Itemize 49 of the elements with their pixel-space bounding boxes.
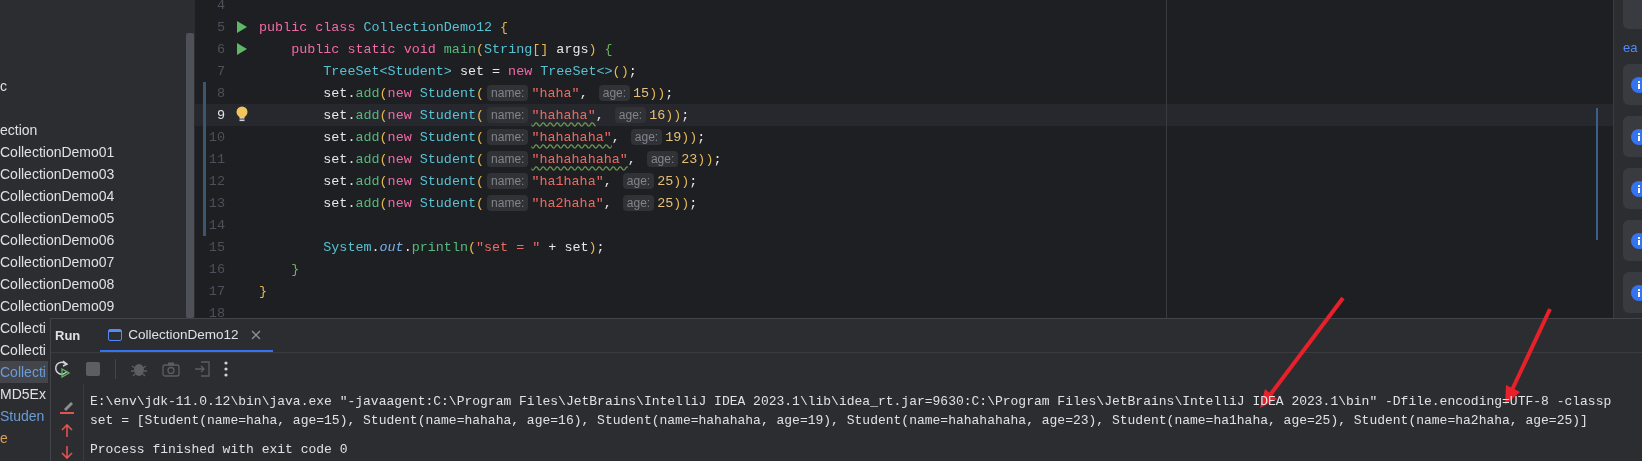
code-text: set.add(new Student( name: "haha", age: 15)); <box>322 85 674 101</box>
run-icon[interactable] <box>236 20 248 34</box>
code-text: } <box>290 261 300 277</box>
file-tree-item[interactable]: CollectionDemo07 <box>0 251 117 273</box>
code-text: public static void main(String[] args) { <box>290 41 613 57</box>
panel-title: Run <box>54 328 82 343</box>
code-text: System.out.println("set = " + set); <box>322 239 605 255</box>
scrollbar-thumb[interactable] <box>186 33 194 318</box>
console-line: set = [Student(name=haha, age=15), Student(name=hahaha, age=16), Student(name=hahahaha, age=19), Student(name=hahahahaha, age=23), Student(name=ha1haha, age=25), Student(name=ha2haha, age=25)] <box>90 412 1589 430</box>
file-tree-item[interactable]: CollectionDemo01 <box>0 141 117 163</box>
code-text: set.add(new Student( name: "ha1haha", age: 25)); <box>322 173 698 189</box>
console-icon <box>108 328 123 341</box>
arrow-down-icon[interactable] <box>61 446 73 460</box>
file-tree-item[interactable]: CollectionDemo06 <box>0 229 117 251</box>
file-tree-item[interactable]: e <box>0 427 10 449</box>
line-number: 9 <box>215 107 225 123</box>
code-text: set.add(new Student( name: "hahaha", age: 16)); <box>322 107 690 123</box>
file-tree-item[interactable]: ection <box>0 119 40 141</box>
info-icon <box>1631 284 1642 301</box>
file-tree-item[interactable]: CollectionDemo03 <box>0 163 117 185</box>
code-text: set.add(new Student( name: "hahahahaha", age: 23)); <box>322 151 722 167</box>
info-icon <box>1631 232 1642 249</box>
clear-icon[interactable] <box>60 400 74 414</box>
arrow-up-icon[interactable] <box>61 423 73 437</box>
info-icon <box>1631 128 1642 145</box>
file-tree-item[interactable]: MD5Ex <box>0 383 48 405</box>
more-icon[interactable] <box>224 360 228 377</box>
file-tree-item[interactable]: Studen <box>0 405 47 427</box>
run-tab[interactable]: CollectionDemo12 <box>100 319 273 352</box>
file-tree-item[interactable]: CollectionDemo04 <box>0 185 117 207</box>
code-text: set.add(new Student( name: "hahahaha", age: 19)); <box>322 129 706 145</box>
file-tree-item[interactable]: CollectionDemo09 <box>0 295 117 317</box>
code-text: public class CollectionDemo12 { <box>259 19 509 35</box>
console-line: Process finished with exit code 0 <box>90 441 349 459</box>
panel-label: ea <box>1623 40 1639 56</box>
lightbulb-icon[interactable] <box>236 106 248 124</box>
file-tree-item[interactable]: CollectionDemo05 <box>0 207 117 229</box>
run-icon[interactable] <box>236 42 248 56</box>
rerun-icon[interactable] <box>53 359 71 378</box>
file-tree-item[interactable]: CollectionDemo08 <box>0 273 117 295</box>
close-icon[interactable] <box>250 329 261 340</box>
code-text: } <box>259 283 268 299</box>
code-text: set.add(new Student( name: "ha2haha", age: 25)); <box>322 195 698 211</box>
file-tree-item[interactable]: Collecti <box>0 339 48 361</box>
info-icon <box>1631 76 1642 93</box>
info-icon <box>1631 180 1642 197</box>
file-tree-item[interactable]: c <box>0 75 9 97</box>
code-text: TreeSet<Student> set = new TreeSet<>(); <box>322 63 637 79</box>
file-tree-item[interactable]: Collecti <box>0 317 48 339</box>
